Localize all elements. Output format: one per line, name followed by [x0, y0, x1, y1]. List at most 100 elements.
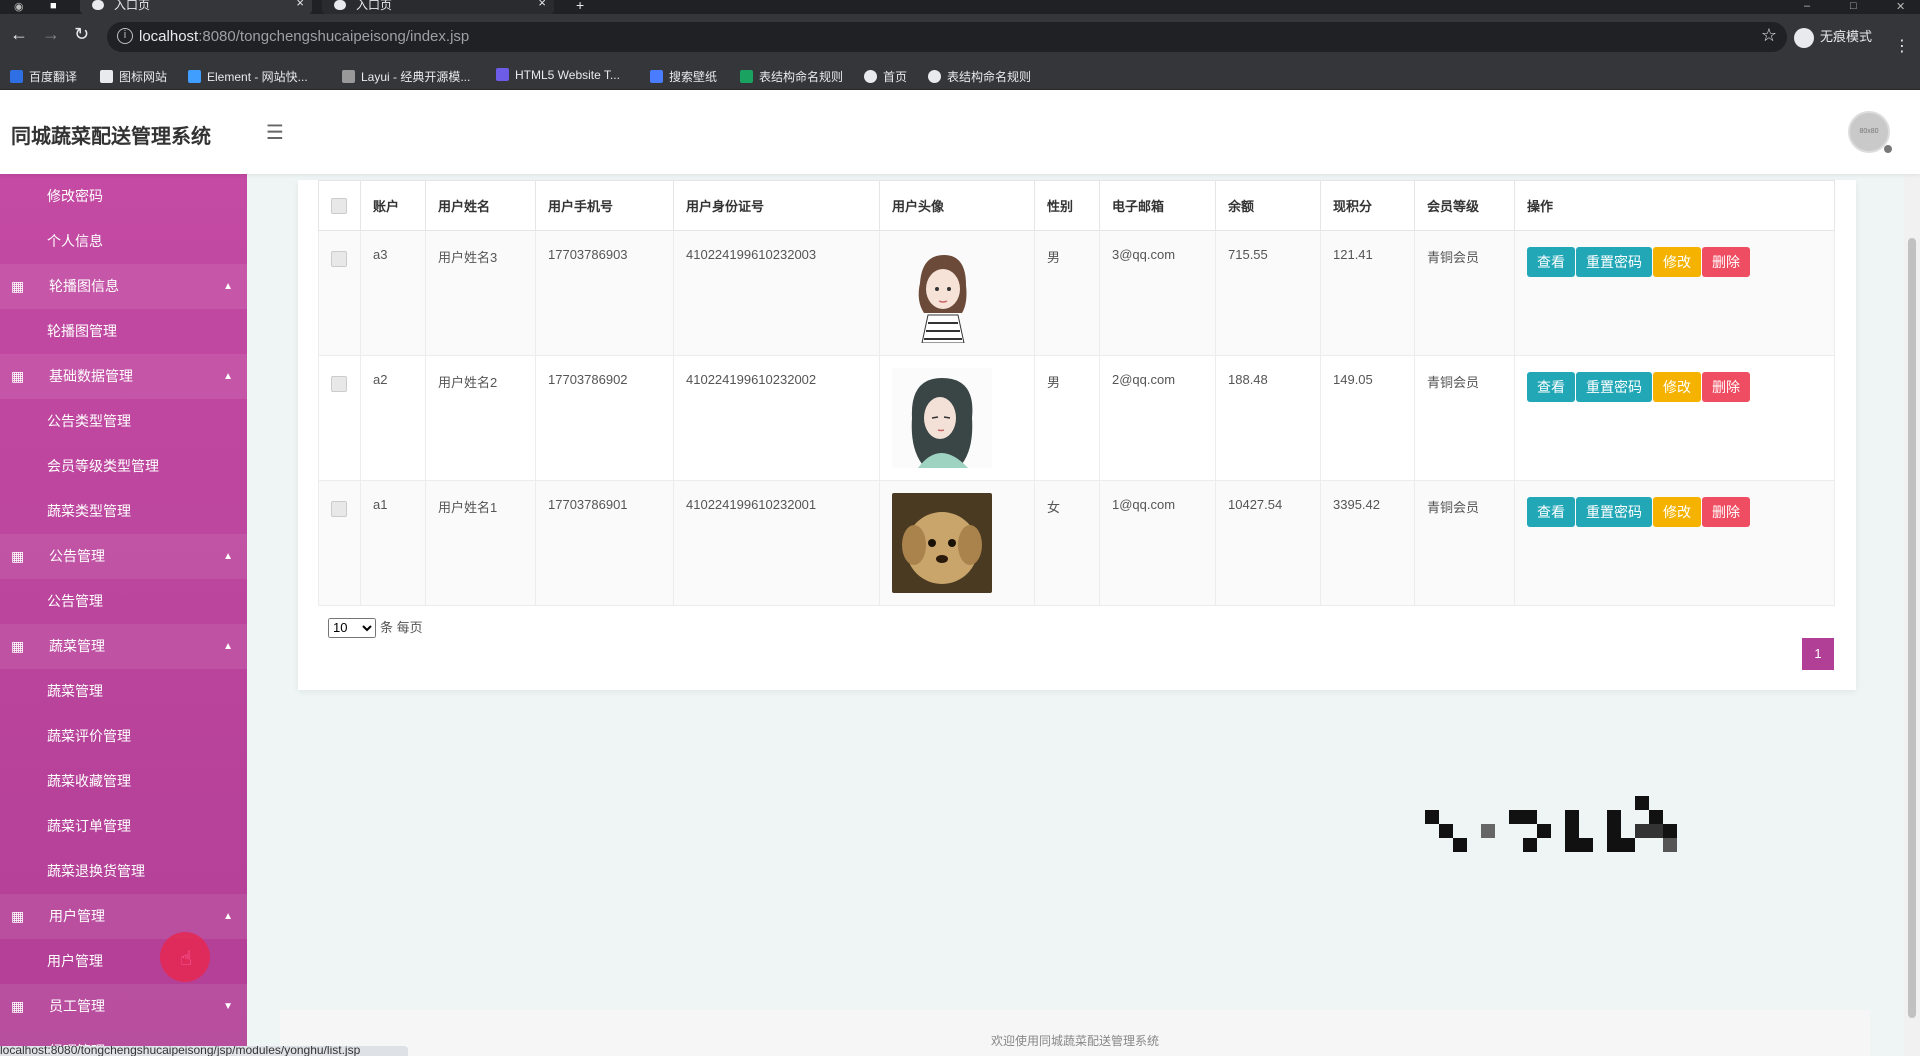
sidebar-item-user-manage[interactable]: 用户管理: [0, 939, 247, 984]
url-text[interactable]: localhost:8080/tongchengshucaipeisong/in…: [139, 28, 469, 45]
tab-favicon-icon: [334, 0, 346, 10]
chevron-up-icon: ▲: [223, 911, 233, 922]
sidebar-item-notice-type[interactable]: 公告类型管理: [0, 399, 247, 444]
delete-button[interactable]: 删除: [1702, 497, 1750, 527]
bookmark-item[interactable]: Element - 网站快...: [188, 68, 308, 85]
sidebar-item-veg-manage[interactable]: 蔬菜管理: [0, 669, 247, 714]
table-row: a3 用户姓名3 17703786903 410224199610232003: [318, 230, 1835, 356]
cell-points: 3395.42: [1320, 480, 1415, 606]
page-scrollbar[interactable]: [1904, 174, 1920, 1056]
sidebar-item-veg-favorite[interactable]: 蔬菜收藏管理: [0, 759, 247, 804]
sidebar-item-profile[interactable]: 个人信息: [0, 219, 247, 264]
cell-email: 1@qq.com: [1099, 480, 1216, 606]
bookmark-item[interactable]: 表结构命名规则: [928, 68, 1031, 85]
col-header: 账户: [360, 180, 426, 231]
sidebar-item-member-level[interactable]: 会员等级类型管理: [0, 444, 247, 489]
forward-icon[interactable]: →: [42, 24, 60, 45]
close-icon[interactable]: ×: [538, 0, 546, 9]
minimize-icon[interactable]: –: [1804, 0, 1810, 12]
page-size-select[interactable]: 10: [328, 617, 376, 638]
reset-password-button[interactable]: 重置密码: [1576, 497, 1652, 527]
sidebar-group-veg[interactable]: ▦ 蔬菜管理 ▲: [0, 624, 247, 669]
cell-level: 青铜会员: [1414, 480, 1515, 606]
url-field[interactable]: i localhost:8080/tongchengshucaipeisong/…: [107, 22, 1787, 52]
page-size-label: 条 每页: [380, 620, 423, 635]
cell-gender: 男: [1034, 355, 1100, 481]
sidebar-item-veg-order[interactable]: 蔬菜订单管理: [0, 804, 247, 849]
col-header: 现积分: [1320, 180, 1415, 231]
close-icon[interactable]: ×: [296, 0, 304, 9]
window-close-icon[interactable]: ✕: [1896, 0, 1905, 13]
sidebar-item-carousel-manage[interactable]: 轮播图管理: [0, 309, 247, 354]
col-header: 会员等级: [1414, 180, 1515, 231]
status-dot: [1884, 145, 1892, 153]
edit-button[interactable]: 修改: [1653, 247, 1701, 277]
view-button[interactable]: 查看: [1527, 497, 1575, 527]
chevron-up-icon: ▲: [223, 551, 233, 562]
reset-password-button[interactable]: 重置密码: [1576, 247, 1652, 277]
back-icon[interactable]: ←: [10, 24, 28, 45]
sidebar-item-veg-type[interactable]: 蔬菜类型管理: [0, 489, 247, 534]
status-bar-url: localhost:8080/tongchengshucaipeisong/js…: [0, 1046, 408, 1056]
edit-button[interactable]: 修改: [1653, 372, 1701, 402]
grid-icon: ▦: [11, 638, 25, 654]
edit-button[interactable]: 修改: [1653, 497, 1701, 527]
sidebar-item-veg-review[interactable]: 蔬菜评价管理: [0, 714, 247, 759]
row-checkbox[interactable]: [331, 251, 347, 267]
row-checkbox[interactable]: [331, 376, 347, 392]
bookmark-item[interactable]: 表结构命名规则: [740, 68, 843, 85]
col-header: 性别: [1034, 180, 1100, 231]
col-header: 操作: [1514, 180, 1835, 231]
avatar-girl-sketch-image: [892, 243, 992, 344]
bookmark-item[interactable]: 百度翻译: [10, 68, 77, 85]
menu-toggle-icon[interactable]: ☰: [266, 120, 284, 145]
browser-menu-icon[interactable]: ⋮: [1894, 36, 1910, 56]
new-tab-icon[interactable]: +: [576, 0, 584, 13]
cell-points: 121.41: [1320, 230, 1415, 356]
browser-tab-1[interactable]: 入口页 ×: [80, 0, 312, 14]
user-table: 账户 用户姓名 用户手机号 用户身份证号 用户头像 性别 电子邮箱 余额 现积分…: [318, 180, 1835, 606]
maximize-icon[interactable]: □: [1850, 0, 1857, 12]
cell-phone: 17703786901: [535, 480, 674, 606]
delete-button[interactable]: 删除: [1702, 372, 1750, 402]
sidebar-group-notice[interactable]: ▦ 公告管理 ▲: [0, 534, 247, 579]
bookmarks-bar: 百度翻译 图标网站 Element - 网站快... Layui - 经典开源模…: [0, 62, 1920, 90]
page-number-1[interactable]: 1: [1802, 638, 1834, 670]
sidebar-group-user[interactable]: ▦ 用户管理 ▲: [0, 894, 247, 939]
tab-search-icon[interactable]: ■: [50, 0, 57, 12]
bookmark-star-icon[interactable]: ☆: [1761, 25, 1777, 46]
reset-password-button[interactable]: 重置密码: [1576, 372, 1652, 402]
bookmark-item[interactable]: HTML5 Website T...: [496, 68, 620, 82]
scrollbar-thumb[interactable]: [1908, 238, 1916, 1018]
bookmark-item[interactable]: 图标网站: [100, 68, 167, 85]
cell-name: 用户姓名3: [425, 230, 536, 356]
info-icon[interactable]: i: [117, 28, 133, 44]
bookmark-item[interactable]: Layui - 经典开源模...: [342, 68, 470, 85]
sidebar-group-carousel[interactable]: ▦ 轮播图信息 ▲: [0, 264, 247, 309]
footer-text: 欢迎使用同城蔬菜配送管理系统: [990, 1034, 1159, 1048]
sidebar-item-notice-manage[interactable]: 公告管理: [0, 579, 247, 624]
tab-title: 入口页: [356, 0, 393, 12]
view-button[interactable]: 查看: [1527, 372, 1575, 402]
reload-icon[interactable]: ↻: [74, 24, 89, 45]
incognito-indicator[interactable]: 无痕模式: [1794, 22, 1872, 52]
grid-icon: ▦: [11, 548, 25, 564]
sidebar-item-veg-return[interactable]: 蔬菜退换货管理: [0, 849, 247, 894]
select-all-cell[interactable]: [318, 180, 361, 231]
app-title: 同城蔬菜配送管理系统: [11, 126, 211, 148]
select-all-checkbox[interactable]: [331, 198, 347, 214]
browser-tab-2[interactable]: 入口页 ×: [322, 0, 554, 14]
sidebar-group-staff[interactable]: ▦ 员工管理 ▼: [0, 984, 247, 1029]
sidebar-item-change-password[interactable]: 修改密码: [0, 174, 247, 219]
bookmark-item[interactable]: 搜索壁纸: [650, 68, 717, 85]
sidebar: 修改密码 个人信息 ▦ 轮播图信息 ▲ 轮播图管理 ▦ 基础数据管理 ▲ 公告类型管理 …: [0, 174, 247, 1056]
bookmark-item[interactable]: 首页: [864, 68, 907, 85]
view-button[interactable]: 查看: [1527, 247, 1575, 277]
chevron-up-icon: ▲: [223, 371, 233, 382]
sidebar-group-basic-data[interactable]: ▦ 基础数据管理 ▲: [0, 354, 247, 399]
cell-phone: 17703786903: [535, 230, 674, 356]
delete-button[interactable]: 删除: [1702, 247, 1750, 277]
row-checkbox[interactable]: [331, 501, 347, 517]
cell-idcard: 410224199610232001: [673, 480, 880, 606]
col-header: 用户姓名: [425, 180, 536, 231]
